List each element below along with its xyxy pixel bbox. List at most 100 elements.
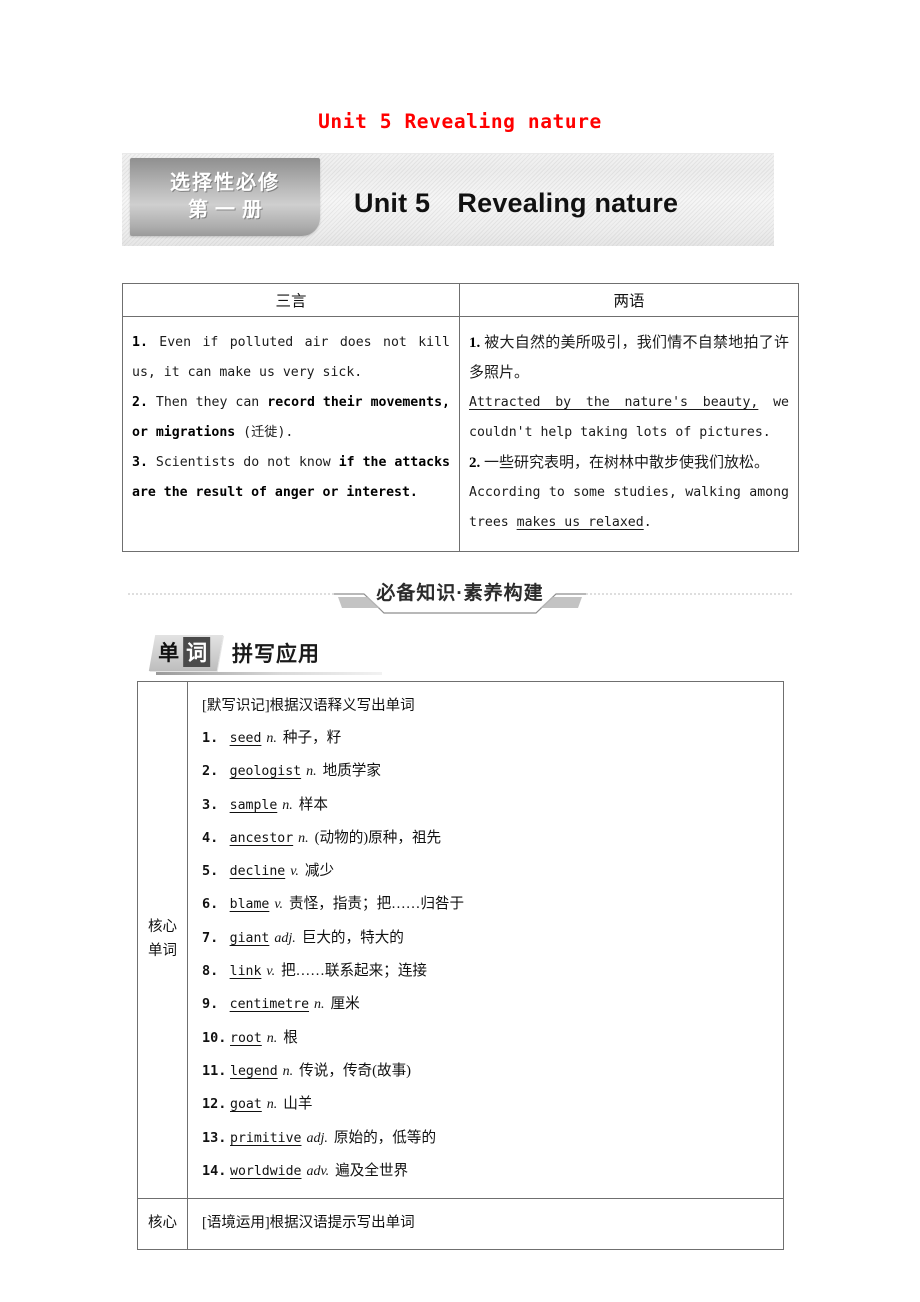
vocab-item: 2. geologist n. 地质学家: [202, 755, 783, 788]
vocab-item-pos: n.: [266, 731, 277, 746]
vocab-item-word: geologist: [229, 764, 302, 780]
vocab-item-pos: v.: [274, 897, 284, 913]
vocab-item-word: link: [229, 964, 262, 980]
sentence-table-cell-left: 1. Even if polluted air does not kill us…: [122, 316, 460, 552]
vocab-item: 7. giant adj. 巨大的，特大的: [202, 922, 783, 955]
vocab-item-meaning: 样本: [298, 796, 328, 813]
vocab-item-meaning: 巨大的，特大的: [301, 929, 404, 946]
vocab-intro: [默写识记]根据汉语释义写出单词: [202, 698, 415, 714]
vocab-item-meaning: 原始的，低等的: [333, 1129, 437, 1146]
vocab-item-number: 2.: [202, 763, 219, 780]
vocab-item-word: blame: [229, 897, 270, 913]
vocab-item-meaning: 责怪，指责；把……归咎于: [289, 896, 465, 913]
vocab-item-number: 5.: [202, 863, 219, 880]
vocab-item-pos: n.: [306, 764, 317, 780]
sentence-list-right: 1. 被大自然的美所吸引，我们情不自禁地拍了许多照片。 Attracted by …: [469, 328, 789, 538]
running-head: Unit 5 Revealing nature: [318, 110, 602, 133]
vocab-item: 13. primitive adj. 原始的，低等的: [202, 1122, 783, 1155]
vocab-item-pos: n.: [282, 1063, 294, 1079]
vocab-item-pos: n.: [266, 1097, 278, 1113]
vocab-item-meaning: 把……联系起来；连接: [281, 963, 428, 980]
vocab-item-word: giant: [229, 930, 270, 946]
vocab-item-word: sample: [229, 797, 278, 813]
section-divider-label: 必备知识·素养构建: [376, 583, 544, 604]
vocab-badge: 单 词: [148, 635, 224, 671]
table-row: 核心 单词 [默写识记]根据汉语释义写出单词 1. seed n. 种子，籽 2. ge…: [137, 680, 784, 1200]
vocab-item-number: 11.: [202, 1062, 227, 1079]
unit-banner: 选择性必修 第一册 Unit 5 Revealing nature: [122, 153, 774, 246]
sentence-table-header-right: 两语: [459, 283, 799, 317]
vocab-item-word: decline: [229, 864, 286, 880]
vocab-item-number: 9.: [202, 996, 219, 1013]
vocab-item-number: 4.: [202, 829, 219, 846]
vocab-item-meaning: 种子，籽: [282, 730, 342, 746]
unit-banner-tab: 选择性必修 第一册: [130, 158, 320, 236]
vocab-item-pos: n.: [314, 997, 325, 1013]
sentence-list-left: 1. Even if polluted air does not kill us…: [132, 328, 450, 508]
vocab-item-word: centimetre: [229, 997, 310, 1013]
vocab-item-meaning: 山羊: [283, 1096, 313, 1113]
vocab-item-pos: v.: [266, 964, 276, 980]
vocab-item-pos: n.: [298, 830, 309, 846]
vocab-item: 10. root n. 根: [202, 1022, 783, 1055]
vocab-item-list: 1. seed n. 种子，籽 2. geologist n. 地质学家 3. sample…: [202, 722, 783, 1188]
vocab-item-pos: v.: [290, 864, 299, 880]
vocab-item-number: 7.: [202, 929, 219, 946]
sentence-item: 2. Then they can record their movements,…: [132, 395, 450, 440]
vocabulary-table: 核心 单词 [默写识记]根据汉语释义写出单词 1. seed n. 种子，籽 2. ge…: [137, 680, 784, 1251]
table-row: 核心 [语境运用]根据汉语提示写出单词: [137, 1198, 784, 1251]
vocab-item-meaning: 减少: [304, 863, 335, 880]
vocab-row-body-context: [语境运用]根据汉语提示写出单词: [187, 1198, 784, 1251]
sentence-item: 1. 被大自然的美所吸引，我们情不自禁地拍了许多照片。 Attracted by …: [469, 335, 789, 440]
vocab-heading-text: 拼写应用: [232, 643, 320, 666]
unit-banner-tab-line2: 第一册: [188, 199, 269, 221]
vocab-item-meaning: (动物的)原种，祖先: [314, 829, 442, 846]
vocab-item-word: worldwide: [230, 1163, 302, 1179]
vocab-item: 8. link v. 把……联系起来；连接: [202, 955, 783, 988]
sentence-item: 3. Scientists do not know if the attacks…: [132, 455, 450, 500]
vocab-item-number: 14.: [202, 1162, 227, 1179]
vocab-item-word: legend: [230, 1063, 278, 1079]
vocab-item: 1. seed n. 种子，籽: [202, 722, 783, 755]
sentence-table-header-left: 三言: [122, 283, 460, 317]
section-divider: 必备知识·素养构建: [128, 580, 792, 620]
vocab-item-meaning: 传说，传奇(故事): [299, 1062, 412, 1079]
vocab-item-meaning: 根: [283, 1029, 298, 1046]
vocab-row-body-core: [默写识记]根据汉语释义写出单词 1. seed n. 种子，籽 2. geologi…: [187, 680, 784, 1200]
vocab-item-number: 1.: [202, 730, 219, 746]
vocab-item-meaning: 厘米: [330, 996, 360, 1013]
table-row: 1. Even if polluted air does not kill us…: [122, 316, 799, 552]
vocab-badge-char1: 单: [158, 641, 180, 665]
vocab-badge-char2: 词: [183, 637, 211, 667]
vocab-item-pos: adv.: [306, 1163, 330, 1179]
unit-banner-title: Unit 5 Revealing nature: [354, 187, 679, 218]
vocab-item: 14. worldwide adv. 遍及全世界: [202, 1155, 783, 1188]
vocab-item-number: 10.: [202, 1029, 227, 1046]
vocab-item-word: seed: [229, 731, 262, 746]
sentence-item: 1. Even if polluted air does not kill us…: [132, 335, 450, 380]
table-header-row: 三言 两语: [122, 283, 799, 317]
vocab-item-pos: n.: [282, 797, 293, 813]
vocab-item-number: 13.: [202, 1129, 227, 1146]
vocab-item: 11. legend n. 传说，传奇(故事): [202, 1055, 783, 1088]
vocab-item-meaning: 地质学家: [322, 763, 381, 780]
document-page: Unit 5 Revealing nature 选择性必修 第一册 Unit 5…: [0, 0, 920, 1302]
vocab-item-pos: adj.: [274, 930, 296, 946]
unit-banner-tab-line1: 选择性必修: [170, 172, 280, 194]
vocab-item-pos: adj.: [306, 1130, 328, 1146]
vocab-item: 12. goat n. 山羊: [202, 1088, 783, 1121]
vocab-row-label-context: 核心: [137, 1198, 188, 1251]
sentence-table-cell-right: 1. 被大自然的美所吸引，我们情不自禁地拍了许多照片。 Attracted by …: [459, 316, 799, 552]
vocab-item: 4. ancestor n. (动物的)原种，祖先: [202, 822, 783, 855]
vocab-section-heading: 单 词 拼写应用: [148, 635, 320, 671]
vocab-item-word: ancestor: [229, 830, 294, 846]
vocab-item: 5. decline v. 减少: [202, 855, 783, 888]
vocab-item-meaning: 遍及全世界: [335, 1162, 409, 1179]
vocab-context-intro: [语境运用]根据汉语提示写出单词: [202, 1215, 415, 1232]
sentence-table: 三言 两语 1. Even if polluted air does not k…: [122, 283, 799, 552]
vocab-item-word: root: [230, 1030, 262, 1046]
vocab-heading-rule: [156, 672, 382, 675]
vocab-item: 6. blame v. 责怪，指责；把……归咎于: [202, 888, 783, 921]
vocab-item-number: 6.: [202, 896, 219, 913]
sentence-item: 2. 一些研究表明，在树林中散步使我们放松。 According to some …: [469, 455, 789, 530]
